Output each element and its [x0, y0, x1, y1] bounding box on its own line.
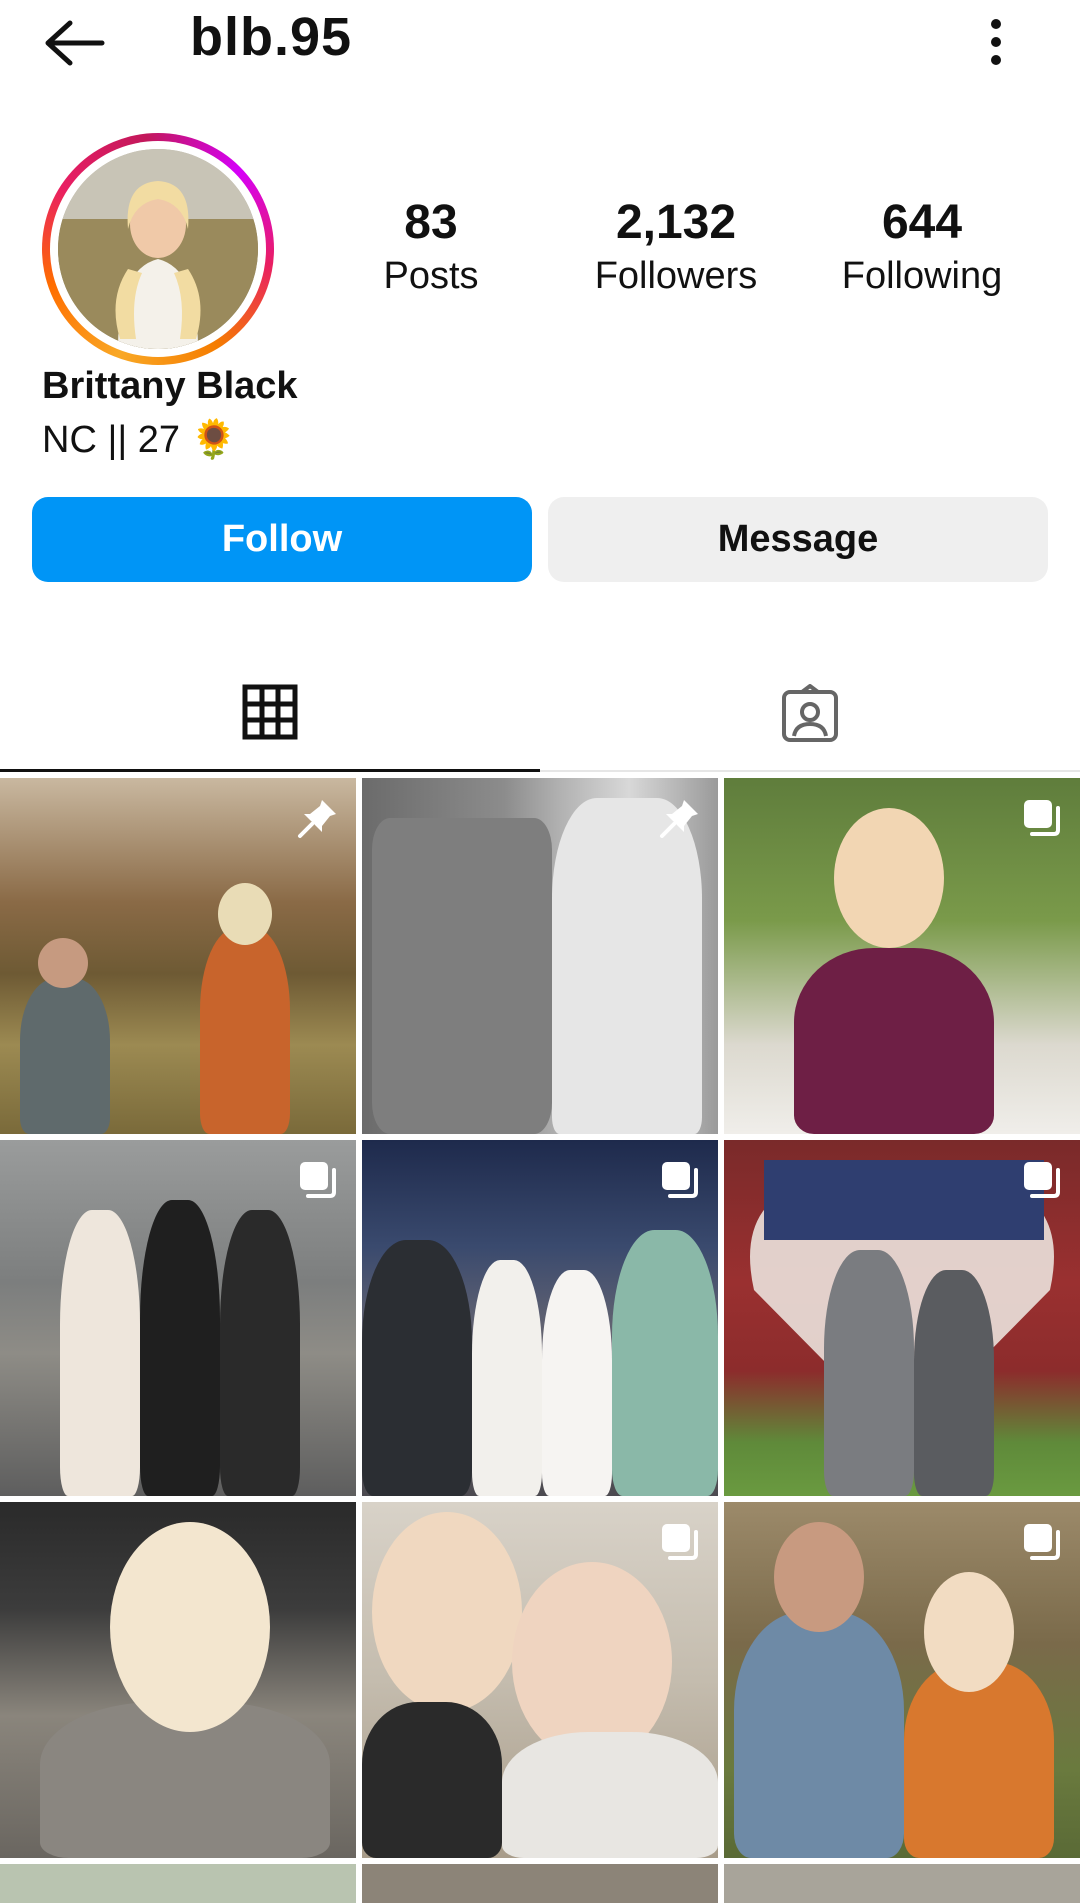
- post-tile[interactable]: [724, 1502, 1080, 1858]
- posts-label: Posts: [383, 255, 479, 297]
- profile-tabs: [0, 660, 1080, 772]
- tab-tagged[interactable]: [540, 660, 1080, 772]
- followers-label: Followers: [594, 255, 758, 297]
- back-arrow-icon[interactable]: [40, 18, 110, 68]
- post-tile[interactable]: [724, 1140, 1080, 1496]
- post-tile[interactable]: [0, 1140, 356, 1496]
- post-tile[interactable]: [0, 1864, 356, 1903]
- stat-posts[interactable]: 83 Posts: [311, 195, 551, 301]
- profile-full-name: Brittany Black: [42, 365, 298, 407]
- stat-following[interactable]: 644 Following: [802, 195, 1042, 301]
- message-button[interactable]: Message: [548, 497, 1048, 582]
- story-ring[interactable]: [42, 133, 274, 365]
- sunflower-icon: 🌻: [190, 419, 238, 461]
- post-tile[interactable]: [362, 778, 718, 1134]
- multi-photo-icon: [658, 1520, 702, 1564]
- multi-photo-icon: [1020, 796, 1064, 840]
- profile-username: blb.95: [190, 7, 353, 67]
- followers-count: 2,132: [615, 196, 737, 249]
- post-tile[interactable]: [724, 778, 1080, 1134]
- follow-button[interactable]: Follow: [32, 497, 532, 582]
- post-tile[interactable]: [0, 778, 356, 1134]
- multi-photo-icon: [1020, 1158, 1064, 1202]
- stat-followers[interactable]: 2,132 Followers: [556, 195, 796, 301]
- following-count: 644: [881, 196, 963, 249]
- post-tile[interactable]: [362, 1864, 718, 1903]
- post-tile[interactable]: [724, 1864, 1080, 1903]
- grid-icon: [242, 684, 298, 745]
- following-label: Following: [841, 255, 1003, 297]
- top-bar: blb.95: [0, 0, 1080, 90]
- more-options-icon[interactable]: [980, 14, 1012, 70]
- avatar: [58, 149, 258, 349]
- pin-icon: [658, 796, 702, 840]
- tagged-icon: [780, 683, 840, 749]
- pin-icon: [296, 796, 340, 840]
- post-tile[interactable]: [0, 1502, 356, 1858]
- bio-text: NC || 27: [42, 418, 181, 461]
- post-tile[interactable]: [362, 1140, 718, 1496]
- multi-photo-icon: [1020, 1520, 1064, 1564]
- posts-count: 83: [404, 196, 458, 249]
- profile-bio: NC || 27 🌻: [42, 418, 237, 462]
- multi-photo-icon: [296, 1158, 340, 1202]
- multi-photo-icon: [658, 1158, 702, 1202]
- post-tile[interactable]: [362, 1502, 718, 1858]
- tab-posts-grid[interactable]: [0, 660, 540, 772]
